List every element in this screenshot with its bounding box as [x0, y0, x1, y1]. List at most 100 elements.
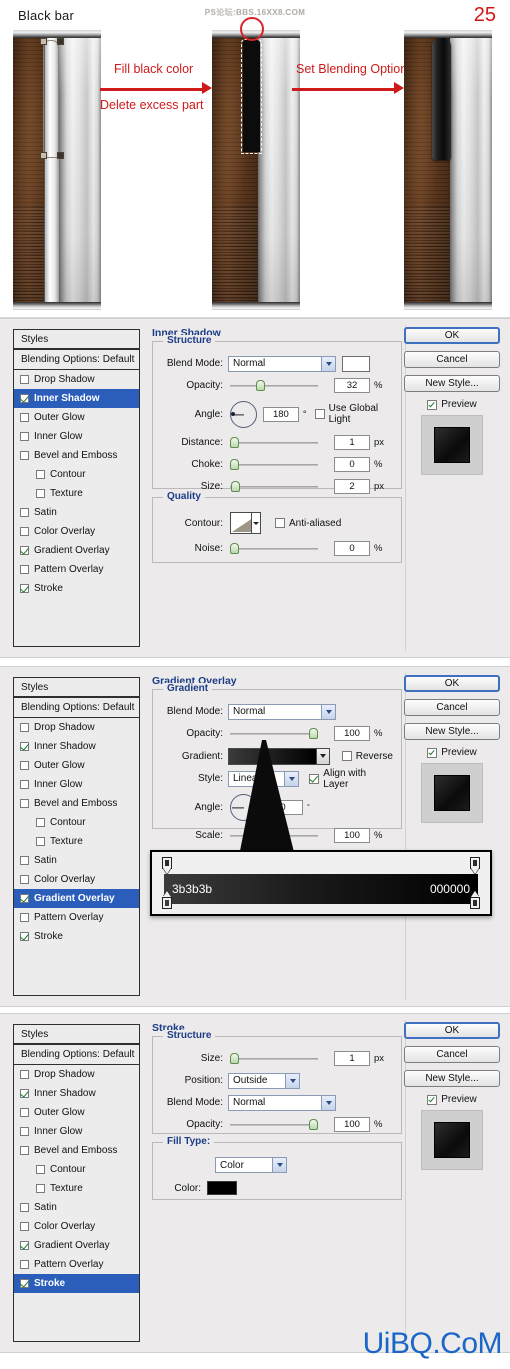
gradient-stop-bottom-right[interactable] [470, 897, 480, 909]
preview-checkbox[interactable]: Preview [404, 747, 500, 758]
style-row-color-overlay[interactable]: Color Overlay [14, 1217, 139, 1236]
size-input[interactable]: 1 [334, 1051, 370, 1066]
checkbox-checked-icon[interactable] [427, 747, 438, 758]
checkbox-checked-icon[interactable] [427, 399, 438, 410]
checkbox-icon[interactable] [20, 1222, 29, 1231]
chevron-down-icon[interactable] [321, 356, 335, 371]
checkbox-icon[interactable] [36, 470, 45, 479]
blend-mode-select[interactable]: Normal [228, 355, 336, 372]
checkbox-icon[interactable] [20, 780, 29, 789]
blend-mode-select[interactable]: Normal [228, 703, 336, 720]
checkbox-icon[interactable] [20, 1108, 29, 1117]
checkbox-icon[interactable] [20, 375, 29, 384]
size-input[interactable]: 2 [334, 479, 370, 494]
style-row-inner-glow[interactable]: Inner Glow [14, 427, 139, 446]
checkbox-checked-icon[interactable] [427, 1094, 438, 1105]
style-row-contour[interactable]: Contour [14, 813, 139, 832]
slider-knob[interactable] [231, 481, 240, 492]
checkbox-checked-icon[interactable] [20, 584, 29, 593]
checkbox-checked-icon[interactable] [309, 773, 320, 784]
reverse-checkbox[interactable]: Reverse [341, 751, 393, 762]
checkbox-icon[interactable] [20, 1260, 29, 1269]
checkbox-icon[interactable] [20, 508, 29, 517]
gradient-stop-top-left[interactable] [162, 857, 172, 869]
new-style-button[interactable]: New Style... [404, 1070, 500, 1087]
checkbox-icon[interactable] [20, 875, 29, 884]
checkbox-icon[interactable] [20, 1203, 29, 1212]
checkbox-icon[interactable] [20, 723, 29, 732]
choke-slider[interactable] [230, 458, 318, 472]
ok-button[interactable]: OK [404, 1022, 500, 1039]
checkbox-checked-icon[interactable] [20, 932, 29, 941]
slider-knob[interactable] [230, 1053, 239, 1064]
chevron-down-icon[interactable] [251, 513, 260, 533]
opacity-slider[interactable] [230, 727, 318, 741]
checkbox-icon[interactable] [20, 856, 29, 865]
size-slider[interactable] [230, 480, 318, 494]
stroke-color-swatch[interactable] [207, 1181, 237, 1195]
checkbox-icon[interactable] [36, 1184, 45, 1193]
gradient-stop-bottom-left[interactable] [162, 897, 172, 909]
style-row-satin[interactable]: Satin [14, 1198, 139, 1217]
checkbox-icon[interactable] [36, 1165, 45, 1174]
blending-options-row[interactable]: Blending Options: Default [14, 698, 139, 718]
style-row-texture[interactable]: Texture [14, 1179, 139, 1198]
slider-knob[interactable] [230, 437, 239, 448]
style-row-texture[interactable]: Texture [14, 484, 139, 503]
style-row-pattern-overlay[interactable]: Pattern Overlay [14, 908, 139, 927]
styles-list-2[interactable]: Styles Blending Options: Default Drop Sh… [13, 677, 140, 996]
checkbox-icon[interactable] [20, 1146, 29, 1155]
choke-input[interactable]: 0 [334, 457, 370, 472]
checkbox-icon[interactable] [36, 489, 45, 498]
use-global-light-checkbox[interactable]: Use Global Light [314, 403, 393, 425]
opacity-slider[interactable] [230, 1118, 318, 1132]
gradient-stop-top-right[interactable] [470, 857, 480, 869]
style-row-drop-shadow[interactable]: Drop Shadow [14, 718, 139, 737]
blending-options-row[interactable]: Blending Options: Default [14, 1045, 139, 1065]
noise-input[interactable]: 0 [334, 541, 370, 556]
checkbox-checked-icon[interactable] [20, 1241, 29, 1250]
checkbox-checked-icon[interactable] [20, 394, 29, 403]
gradient-style-select[interactable]: Linear [228, 770, 300, 787]
align-with-layer-checkbox[interactable]: Align with Layer [309, 768, 393, 790]
slider-knob[interactable] [230, 459, 239, 470]
ok-button[interactable]: OK [404, 327, 500, 344]
checkbox-icon[interactable] [314, 409, 325, 419]
style-row-inner-glow[interactable]: Inner Glow [14, 775, 139, 794]
gradient-preview-strip[interactable] [228, 747, 318, 765]
blending-options-row[interactable]: Blending Options: Default [14, 350, 139, 370]
chevron-down-icon[interactable] [285, 1073, 299, 1088]
slider-knob[interactable] [230, 543, 239, 554]
checkbox-icon[interactable] [36, 837, 45, 846]
distance-input[interactable]: 1 [334, 435, 370, 450]
new-style-button[interactable]: New Style... [404, 723, 500, 740]
style-row-contour[interactable]: Contour [14, 465, 139, 484]
style-row-texture[interactable]: Texture [14, 832, 139, 851]
style-row-contour[interactable]: Contour [14, 1160, 139, 1179]
checkbox-icon[interactable] [20, 432, 29, 441]
position-select[interactable]: Outside [228, 1072, 300, 1089]
cancel-button[interactable]: Cancel [404, 351, 500, 368]
slider-knob[interactable] [309, 728, 318, 739]
style-row-color-overlay[interactable]: Color Overlay [14, 870, 139, 889]
noise-slider[interactable] [230, 542, 318, 556]
style-row-outer-glow[interactable]: Outer Glow [14, 408, 139, 427]
checkbox-icon[interactable] [20, 1070, 29, 1079]
style-row-pattern-overlay[interactable]: Pattern Overlay [14, 560, 139, 579]
style-row-stroke[interactable]: Stroke [14, 927, 139, 946]
angle-input[interactable]: 0 [263, 799, 303, 815]
chevron-down-icon[interactable] [272, 1158, 286, 1172]
angle-input[interactable]: 180 [263, 406, 299, 422]
checkbox-checked-icon[interactable] [20, 742, 29, 751]
checkbox-icon[interactable] [20, 413, 29, 422]
opacity-input[interactable]: 32 [334, 378, 370, 393]
checkbox-icon[interactable] [20, 451, 29, 460]
style-row-inner-shadow[interactable]: Inner Shadow [14, 1084, 139, 1103]
checkbox-checked-icon[interactable] [20, 894, 29, 903]
cancel-button[interactable]: Cancel [404, 699, 500, 716]
fill-type-select[interactable]: Color [215, 1157, 287, 1173]
style-row-gradient-overlay[interactable]: Gradient Overlay [14, 541, 139, 560]
angle-dial[interactable] [230, 400, 257, 428]
opacity-input[interactable]: 100 [334, 1117, 370, 1132]
opacity-slider[interactable] [230, 379, 318, 393]
